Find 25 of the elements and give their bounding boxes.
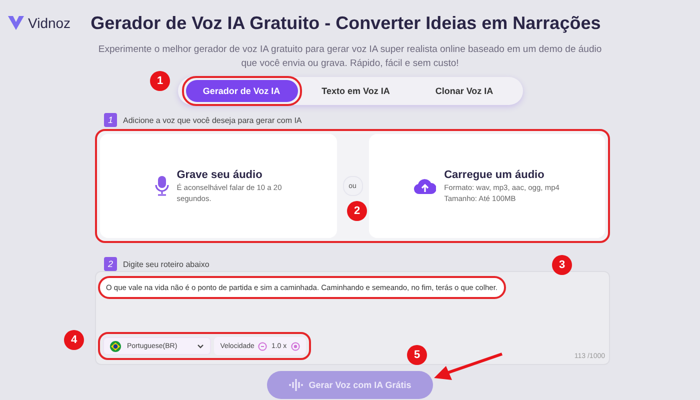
step-callout-badge: 4 — [64, 330, 84, 350]
chevron-down-icon — [197, 344, 204, 348]
waveform-icon — [288, 379, 303, 391]
step-number: 1 — [104, 113, 117, 127]
flag-icon — [110, 340, 121, 352]
tab[interactable]: Clonar Voz IA — [410, 80, 518, 102]
step-label: Digite seu roteiro abaixo — [123, 260, 210, 268]
logo-icon — [8, 16, 24, 30]
step-number: 2 — [104, 257, 117, 271]
plus-icon[interactable] — [290, 342, 300, 350]
pointer-arrow — [432, 352, 504, 382]
option-title: Carregue um áudio — [444, 169, 546, 181]
microphone-icon — [154, 176, 169, 196]
tab[interactable]: Gerador de Voz IA — [186, 80, 298, 102]
step-callout-badge: 3 — [552, 255, 572, 275]
subtitle-text: que você envia ou grava. Rápido, fácil e sem custo! — [241, 58, 459, 69]
cloud-upload-icon — [414, 178, 436, 194]
option-title: Grave seu áudio — [176, 169, 264, 181]
brand-name: Vidnoz — [28, 15, 71, 31]
minus-icon[interactable] — [258, 342, 268, 350]
tab[interactable]: Texto em Voz IA — [302, 80, 410, 102]
subtitle-text: Experimente o melhor gerador de voz IA gratuito para gerar voz IA super realista online baseado em um demo de áudio — [98, 44, 602, 55]
page-title: Gerador de Voz IA Gratuito - Converter Ideias em Narrações — [90, 12, 601, 34]
step-callout-badge: 1 — [150, 71, 170, 91]
step-label: Adicione a voz que você deseja para gerar com IA — [123, 116, 302, 124]
